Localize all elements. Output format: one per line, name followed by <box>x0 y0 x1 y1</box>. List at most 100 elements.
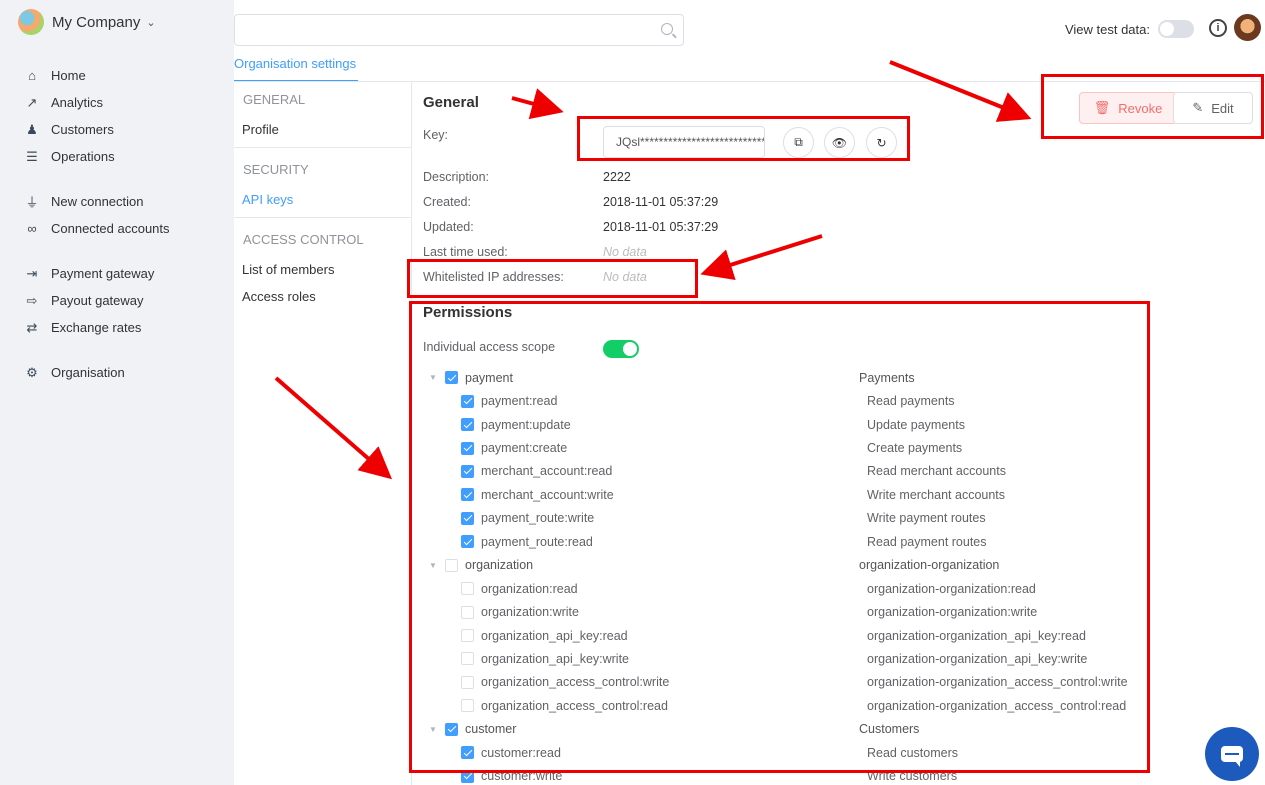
permission-checkbox[interactable] <box>461 441 474 455</box>
permission-checkbox[interactable] <box>461 605 474 619</box>
permission-checkbox[interactable] <box>461 535 474 549</box>
sidebar-item-exchange-rates[interactable]: ⇄ Exchange rates <box>24 314 229 341</box>
pencil-icon: ✎ <box>1192 100 1204 115</box>
expand-caret-icon[interactable]: ▼ <box>429 373 445 382</box>
sidebar-item-payout-gateway[interactable]: ⇨ Payout gateway <box>24 287 229 314</box>
permission-name: payment:read <box>481 394 558 409</box>
expand-caret-icon[interactable]: ▼ <box>429 725 445 734</box>
edit-button[interactable]: ✎ Edit <box>1173 92 1253 124</box>
permission-name: organization_access_control:read <box>481 698 668 713</box>
info-icon[interactable]: i <box>1209 19 1227 37</box>
updated-row: Updated: 2018-11-01 05:37:29 <box>423 220 718 234</box>
permission-description: Payments <box>859 370 915 385</box>
permission-left: organization:write <box>429 605 859 619</box>
permission-checkbox[interactable] <box>461 394 474 408</box>
nav-group: ⌂ Home ↗ Analytics ♟ Customers ☰ Operations <box>24 62 229 170</box>
chat-button[interactable] <box>1205 727 1259 781</box>
sidebar-item-analytics[interactable]: ↗ Analytics <box>24 89 229 116</box>
sidebar-item-label: Payout gateway <box>51 293 144 308</box>
sidebar-item-connected-accounts[interactable]: ∞ Connected accounts <box>24 215 229 242</box>
permission-row: customer:write Write customers <box>429 764 1229 785</box>
permission-description: Read customers <box>867 745 959 760</box>
created-label: Created: <box>423 195 471 209</box>
sidebar-item-payment-gateway[interactable]: ⇥ Payment gateway <box>24 260 229 287</box>
permission-checkbox[interactable] <box>461 582 474 596</box>
permission-name: organization:write <box>481 605 579 620</box>
test-data-toggle-group: View test data: <box>1065 20 1194 38</box>
chat-icon <box>1221 746 1243 767</box>
sidebar-item-customers[interactable]: ♟ Customers <box>24 116 229 143</box>
permission-left: payment:create <box>429 441 859 455</box>
refresh-icon[interactable]: ↻ <box>866 127 897 158</box>
permission-checkbox[interactable] <box>461 675 474 689</box>
link-icon: ∞ <box>27 221 37 236</box>
permission-group-row: ▼ payment Payments <box>429 366 1229 389</box>
permission-checkbox[interactable] <box>445 371 458 385</box>
sidebar-item-organisation[interactable]: ⚙ Organisation <box>24 359 229 386</box>
sidebar-item-new-connection[interactable]: ⏚ New connection <box>24 188 229 215</box>
permission-row: payment:create Create payments <box>429 436 1229 459</box>
sidebar-item-label: Customers <box>51 122 114 137</box>
permission-left: merchant_account:write <box>429 488 859 502</box>
updated-value: 2018-11-01 05:37:29 <box>603 220 719 234</box>
permission-description: Write merchant accounts <box>867 487 1006 502</box>
avatar[interactable] <box>1234 14 1261 41</box>
permission-checkbox[interactable] <box>461 511 474 525</box>
payout-gateway-icon: ⇨ <box>26 292 38 308</box>
sidebar: My Company ⌄ ⌂ Home ↗ Analytics ♟ Customers ☰ O… <box>0 0 234 785</box>
revoke-label: Revoke <box>1118 100 1163 116</box>
permission-checkbox[interactable] <box>461 746 474 760</box>
scope-label: Individual access scope <box>423 340 556 354</box>
permissions-title: Permissions <box>423 304 513 321</box>
permission-checkbox[interactable] <box>461 629 474 643</box>
permission-checkbox[interactable] <box>445 722 458 736</box>
permission-row: organization:read organization-organizati… <box>429 577 1229 600</box>
sidebar-item-home[interactable]: ⌂ Home <box>24 62 229 89</box>
permission-left: organization_api_key:write <box>429 652 859 666</box>
company-switcher[interactable]: My Company ⌄ <box>18 8 156 36</box>
permission-row: organization_access_control:write organiz… <box>429 671 1229 694</box>
eye-icon[interactable]: 👁 <box>824 127 855 158</box>
permission-left: payment:update <box>429 418 859 432</box>
last-used-row: Last time used: No data <box>423 245 647 259</box>
expand-caret-icon[interactable]: ▼ <box>429 561 445 570</box>
description-row: Description: 2222 <box>423 170 631 184</box>
permission-name: organization_access_control:write <box>481 675 670 690</box>
permission-name: payment_route:read <box>481 534 593 549</box>
section-access-control: ACCESS CONTROL <box>243 231 364 247</box>
copy-icon[interactable]: ⧉ <box>783 127 814 158</box>
payment-gateway-icon: ⇥ <box>26 265 38 281</box>
search-input[interactable] <box>234 14 684 46</box>
subnav-api-keys[interactable]: API keys <box>234 186 411 213</box>
permission-checkbox[interactable] <box>445 558 458 572</box>
tab-organisation-settings[interactable]: Organisation settings <box>234 56 359 82</box>
subnav-profile[interactable]: Profile <box>234 116 411 143</box>
permission-checkbox[interactable] <box>461 769 474 783</box>
permission-checkbox[interactable] <box>461 488 474 502</box>
test-data-toggle[interactable] <box>1158 20 1194 38</box>
permission-left: organization:read <box>429 582 859 596</box>
permission-checkbox[interactable] <box>461 418 474 432</box>
permission-checkbox[interactable] <box>461 699 474 713</box>
subnav-members[interactable]: List of members <box>234 256 411 283</box>
nav-group: ⚙ Organisation <box>24 359 229 386</box>
permission-description: organization-organization_access_control… <box>867 698 1127 713</box>
individual-scope-toggle[interactable] <box>603 340 639 358</box>
revoke-button[interactable]: 🗑 Revoke <box>1079 92 1177 124</box>
test-data-label: View test data: <box>1064 21 1150 37</box>
key-field[interactable]: JQsl****************************** <box>603 126 765 158</box>
permission-checkbox[interactable] <box>461 652 474 666</box>
sidebar-item-operations[interactable]: ☰ Operations <box>24 143 229 170</box>
last-used-label: Last time used: <box>423 245 508 259</box>
company-logo <box>18 9 44 35</box>
subnav-roles[interactable]: Access roles <box>234 283 411 310</box>
plug-icon: ⏚ <box>25 195 39 210</box>
permission-row: payment_route:write Write payment routes <box>429 507 1229 530</box>
permission-checkbox[interactable] <box>461 464 474 478</box>
sidebar-item-label: Connected accounts <box>51 221 170 236</box>
permission-left: organization_api_key:read <box>429 629 859 643</box>
edit-label: Edit <box>1211 100 1234 116</box>
permission-row: payment_route:read Read payment routes <box>429 530 1229 553</box>
permission-row: payment:update Update payments <box>429 413 1229 436</box>
permission-description: organization-organization:write <box>867 605 1038 620</box>
